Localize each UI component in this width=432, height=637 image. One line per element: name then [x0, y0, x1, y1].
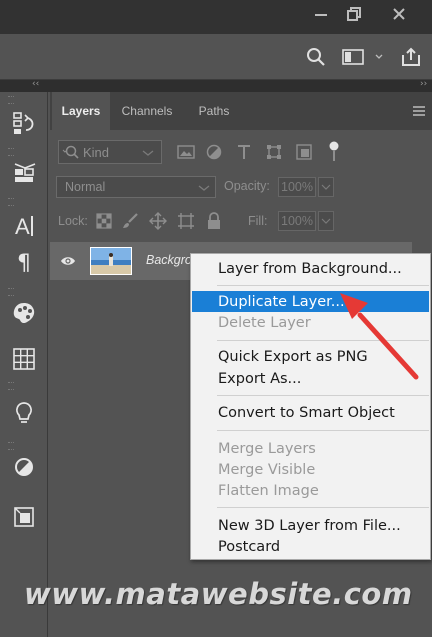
smart-object-filter-icon[interactable] [294, 142, 314, 162]
collapse-right-icon[interactable]: ›› [420, 79, 427, 89]
filter-kind-label: Kind [83, 144, 110, 160]
fill-label: Fill: [248, 214, 268, 228]
adjustment-filter-icon[interactable] [204, 142, 224, 162]
blend-mode-select[interactable]: Normal [56, 176, 216, 198]
tab-channels[interactable]: Channels [112, 92, 182, 130]
opacity-dropdown[interactable] [318, 177, 334, 197]
search-icon [62, 145, 79, 159]
menu-divider [217, 285, 429, 286]
lock-label: Lock: [58, 214, 88, 228]
chevron-down-icon [321, 218, 331, 224]
chevron-down-icon [321, 184, 331, 190]
fill-dropdown[interactable] [318, 211, 334, 231]
history-icon[interactable] [4, 104, 44, 142]
drag-grip[interactable] [8, 382, 14, 390]
lock-transparency-icon[interactable] [94, 211, 114, 231]
color-palette-icon[interactable] [4, 294, 44, 332]
layer-thumbnail [90, 247, 132, 275]
search-icon[interactable] [304, 44, 328, 70]
swatches-grid-icon[interactable] [4, 340, 44, 378]
menu-item-merge-layers: Merge Layers [218, 440, 316, 457]
menu-item-layer-from-background[interactable]: Layer from Background... [192, 258, 429, 279]
annotation-arrow [340, 293, 419, 380]
character-icon[interactable]: A [4, 206, 44, 244]
menu-divider [217, 430, 429, 431]
blend-row: Normal Opacity: 100% [50, 174, 432, 200]
watermark: www.matawebsite.com [24, 577, 413, 611]
learn-bulb-icon[interactable] [4, 394, 44, 432]
close-icon[interactable] [381, 0, 417, 28]
filter-kind-select[interactable]: Kind [58, 140, 162, 164]
lock-paint-icon[interactable] [120, 211, 140, 231]
menu-divider [217, 507, 429, 508]
workspace-icon[interactable] [340, 44, 388, 70]
panel-icon-strip: A ¶ [0, 92, 48, 637]
pixel-filter-icon[interactable] [176, 142, 196, 162]
share-icon[interactable] [398, 44, 424, 70]
menu-item-flatten-image: Flatten Image [218, 482, 319, 499]
drag-grip[interactable] [8, 198, 14, 206]
lock-artboard-icon[interactable] [176, 211, 196, 231]
options-bar [0, 34, 432, 80]
visibility-eye-icon[interactable] [60, 253, 76, 269]
paragraph-icon[interactable]: ¶ [4, 242, 44, 280]
title-bar [0, 0, 432, 34]
tab-paths[interactable]: Paths [186, 92, 242, 130]
svg-text:¶: ¶ [17, 251, 31, 274]
panel-tab-bar: Layers Channels Paths [50, 92, 432, 130]
filter-toggle-icon[interactable] [324, 141, 344, 162]
chevron-down-icon [198, 185, 210, 191]
menu-item-convert-smart-object[interactable]: Convert to Smart Object [192, 402, 429, 423]
opacity-label: Opacity: [224, 179, 270, 193]
chevron-down-icon [142, 150, 154, 156]
adjustments-icon[interactable] [4, 448, 44, 486]
type-filter-icon[interactable] [234, 142, 254, 162]
menu-item-merge-visible: Merge Visible [218, 461, 316, 478]
menu-item-new-3d-layer[interactable]: New 3D Layer from File... [192, 515, 429, 536]
collapse-left-icon[interactable]: ‹‹ [32, 79, 39, 89]
drag-grip[interactable] [8, 96, 14, 104]
menu-divider [217, 395, 429, 396]
layer-name: Backgro [146, 253, 192, 267]
lock-position-icon[interactable] [148, 211, 168, 231]
restore-icon[interactable] [336, 0, 372, 28]
menu-item-postcard[interactable]: Postcard [192, 536, 429, 557]
filter-row: Kind [50, 136, 432, 166]
minimize-icon[interactable] [303, 0, 339, 28]
fill-input[interactable]: 100% [278, 211, 316, 231]
libraries-icon[interactable] [4, 498, 44, 536]
panel-collapse-strip: ‹‹ ›› [0, 79, 432, 92]
blend-mode-label: Normal [65, 180, 106, 194]
opacity-input[interactable]: 100% [278, 177, 316, 197]
properties-icon[interactable] [4, 154, 44, 192]
lock-all-icon[interactable] [204, 211, 224, 231]
svg-text:A: A [15, 214, 30, 238]
shape-filter-icon[interactable] [264, 142, 284, 162]
panel-menu-icon[interactable] [412, 104, 426, 116]
tab-layers[interactable]: Layers [52, 92, 110, 130]
lock-row: Lock: Fill: 100% [50, 208, 432, 234]
